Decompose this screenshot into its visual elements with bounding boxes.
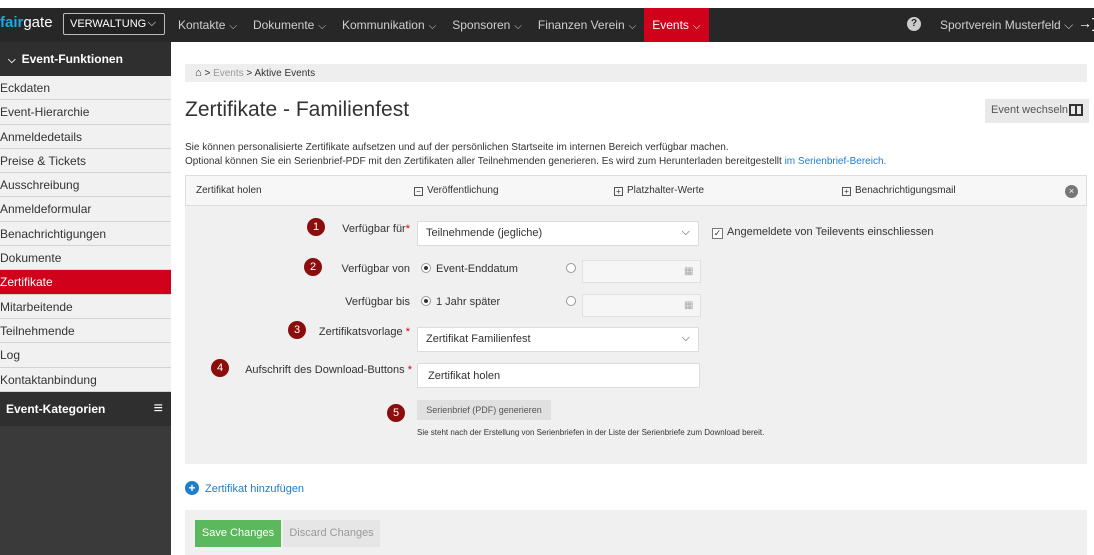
- generate-serial-letter-button[interactable]: Serienbrief (PDF) generieren: [417, 400, 551, 420]
- tab-placeholder-values[interactable]: + Platzhalter-Werte: [614, 185, 704, 196]
- plus-icon: +: [185, 481, 199, 495]
- menu-icon[interactable]: ≡: [154, 392, 163, 426]
- available-from-event-end-radio[interactable]: Event-Enddatum: [421, 263, 518, 275]
- close-icon[interactable]: ×: [1065, 185, 1078, 198]
- certificate-form: 1 Verfügbar für* Teilnehmende (jegliche)…: [185, 206, 1087, 464]
- chevron-down-icon: ⌵: [428, 21, 437, 32]
- available-for-select[interactable]: Teilnehmende (jegliche) ⌵: [417, 221, 699, 246]
- calendar-icon: ▦: [684, 266, 694, 277]
- nav-item-events[interactable]: Events ⌵: [644, 8, 709, 42]
- download-button-text-input[interactable]: Zertifikat holen: [417, 363, 700, 388]
- available-until-date-input[interactable]: ▦: [582, 294, 701, 317]
- chevron-down-icon: ⌵: [147, 17, 156, 29]
- home-icon[interactable]: ⌂: [195, 67, 202, 79]
- sidebar-item-staff[interactable]: Mitarbeitende: [0, 294, 171, 319]
- check-icon: ✓: [712, 228, 723, 239]
- sidebar-item-registration-form[interactable]: Anmeldeformular: [0, 197, 171, 222]
- chevron-down-icon: ⌵: [628, 21, 637, 32]
- sidebar-item-event-hierarchy[interactable]: Event-Hierarchie: [0, 100, 171, 125]
- step-badge: 5: [387, 404, 405, 422]
- serial-letter-link[interactable]: im Serienbrief-Bereich.: [785, 156, 887, 167]
- tab-notification-mail[interactable]: + Benachrichtigungsmail: [842, 185, 956, 196]
- main-navigation: Kontakte ⌵ Dokumente ⌵ Kommunikation ⌵ Spon…: [170, 8, 709, 42]
- sidebar-item-notifications[interactable]: Benachrichtigungen: [0, 221, 171, 247]
- chevron-down-icon: ⌵: [229, 21, 237, 32]
- certificate-header: Zertifikat holen − Veröffentlichung + Plat…: [185, 175, 1087, 206]
- chevron-down-icon: ⌵: [692, 21, 701, 32]
- nav-item-communication[interactable]: Kommunikation ⌵: [334, 8, 444, 42]
- available-until-one-year-radio[interactable]: 1 Jahr später: [421, 296, 500, 308]
- template-select[interactable]: Zertifikat Familienfest ⌵: [417, 327, 699, 352]
- generate-note: Sie steht nach der Erstellung von Serien…: [417, 428, 765, 437]
- available-until-label: Verfügbar bis: [345, 296, 410, 308]
- sidebar-item-key-data[interactable]: Eckdaten: [0, 76, 171, 101]
- step-badge: 1: [307, 218, 325, 236]
- breadcrumb-events[interactable]: Events: [213, 68, 244, 79]
- chevron-down-icon: ⌵: [318, 21, 326, 32]
- available-until-custom-radio[interactable]: [566, 296, 581, 308]
- sidebar-item-certificates[interactable]: Zertifikate: [0, 270, 171, 295]
- layout-icon: [1069, 104, 1083, 116]
- help-icon[interactable]: ?: [907, 17, 921, 31]
- sidebar-item-participants[interactable]: Teilnehmende: [0, 318, 171, 344]
- add-certificate-link[interactable]: + Zertifikat hinzufügen: [185, 481, 304, 495]
- download-button-label: Aufschrift des Download-Buttons *: [245, 364, 412, 376]
- chevron-down-icon: ⌵: [1064, 18, 1074, 32]
- template-label: Zertifikatsvorlage *: [318, 326, 410, 338]
- calendar-icon: ▦: [684, 300, 694, 311]
- discard-changes-button[interactable]: Discard Changes: [283, 520, 380, 547]
- nav-item-sponsors[interactable]: Sponsoren ⌵: [444, 8, 530, 42]
- chevron-down-icon: ⌵: [681, 332, 690, 344]
- chevron-down-icon: ⌵: [514, 21, 522, 32]
- nav-item-finances[interactable]: Finanzen Verein ⌵: [530, 8, 644, 42]
- sidebar-item-prices-tickets[interactable]: Preise & Tickets: [0, 148, 171, 174]
- sidebar-item-announcement[interactable]: Ausschreibung: [0, 173, 171, 198]
- expand-icon: +: [614, 187, 623, 196]
- page-title: Zertifikate - Familienfest: [185, 98, 410, 121]
- nav-item-documents[interactable]: Dokumente ⌵: [245, 8, 334, 42]
- collapse-icon: −: [414, 187, 423, 196]
- nav-item-contacts[interactable]: Kontakte ⌵: [170, 8, 245, 42]
- sidebar-item-log[interactable]: Log: [0, 343, 171, 368]
- step-badge: 4: [211, 359, 229, 377]
- chevron-down-icon: ⌵: [8, 55, 16, 66]
- tab-publication[interactable]: − Veröffentlichung: [414, 185, 499, 196]
- sidebar-item-registration-details[interactable]: Anmeldedetails: [0, 124, 171, 149]
- sidebar-section-event-categories[interactable]: Event-Kategorien ≡: [0, 391, 171, 426]
- certificate-title: Zertifikat holen: [196, 185, 262, 196]
- sidebar-item-documents[interactable]: Dokumente: [0, 246, 171, 271]
- sidebar: ⌵ Event-Funktionen Eckdaten Event-Hierarc…: [0, 42, 171, 555]
- sidebar-section-event-functions[interactable]: ⌵ Event-Funktionen: [0, 42, 171, 76]
- include-subevents-checkbox[interactable]: ✓ Angemeldete von Teilevents einschliesse…: [712, 226, 933, 239]
- top-navigation-bar: fairgate VERWALTUNG ⌵ Kontakte ⌵ Dokumente…: [0, 0, 1094, 42]
- club-switcher[interactable]: Sportverein Musterfeld ⌵: [940, 18, 1073, 33]
- available-from-custom-radio[interactable]: [566, 263, 581, 275]
- admin-dropdown-button[interactable]: VERWALTUNG ⌵: [63, 13, 165, 35]
- switch-event-button[interactable]: Event wechseln: [985, 99, 1089, 123]
- page-description: Sie können personalisierte Zertifikate a…: [185, 142, 887, 167]
- logout-icon[interactable]: →]: [1078, 15, 1094, 31]
- main-content: ⌂ > Events > Aktive Events Zertifikate -…: [185, 64, 1089, 495]
- step-badge: 2: [304, 258, 322, 276]
- fairgate-logo[interactable]: fairgate: [0, 14, 53, 31]
- chevron-down-icon: ⌵: [681, 226, 690, 238]
- expand-icon: +: [842, 187, 851, 196]
- sidebar-item-contact-link[interactable]: Kontaktanbindung: [0, 367, 171, 392]
- available-from-label: Verfügbar von: [341, 263, 411, 275]
- step-badge: 3: [288, 321, 306, 339]
- save-changes-button[interactable]: Save Changes: [195, 520, 281, 547]
- form-actions: Save Changes Discard Changes: [185, 510, 1087, 555]
- available-from-date-input[interactable]: ▦: [582, 260, 701, 283]
- available-for-label: Verfügbar für*: [342, 223, 410, 235]
- breadcrumb: ⌂ > Events > Aktive Events: [185, 64, 1087, 82]
- breadcrumb-active-events: Aktive Events: [254, 68, 316, 79]
